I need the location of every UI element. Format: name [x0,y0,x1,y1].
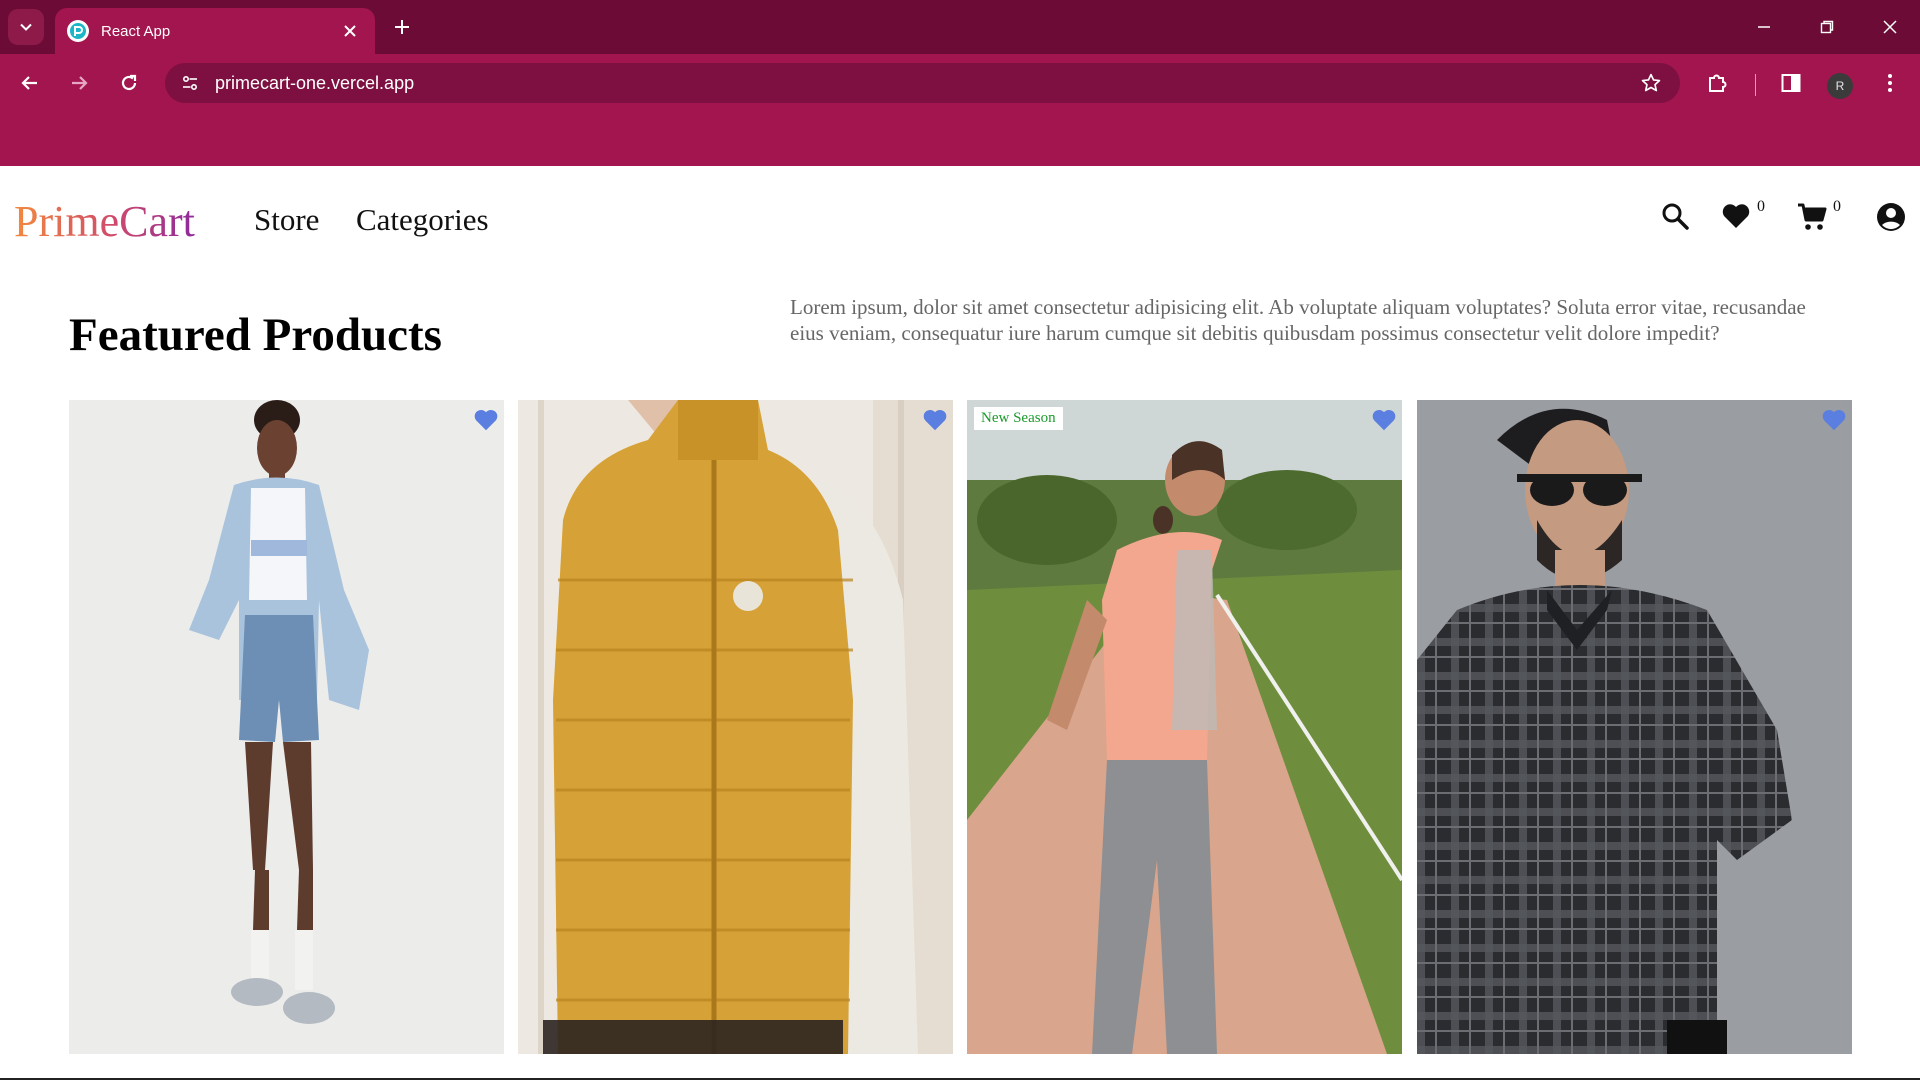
puzzle-icon [1709,74,1727,92]
toolbar-divider [1755,74,1756,96]
browser-bookmark-band [0,112,1920,166]
side-panel-icon [1781,74,1801,92]
featured-products-heading: Featured Products [69,309,442,361]
extensions-button[interactable] [1700,66,1734,100]
page-content: PrimeCart Store Categories 0 0 Featured … [0,166,1920,1080]
favorite-heart-icon[interactable] [472,408,500,432]
bookmark-star-icon[interactable] [1634,66,1668,100]
profile-avatar[interactable]: R [1827,73,1853,99]
account-icon [1877,203,1905,231]
minimize-button[interactable] [1744,12,1784,42]
nav-categories-link[interactable]: Categories [356,202,489,238]
new-tab-button[interactable] [388,13,416,41]
tab-title: React App [101,22,171,40]
heart-icon [1722,204,1750,228]
arrow-right-icon [72,76,88,90]
search-icon [1662,203,1689,230]
side-panel-button[interactable] [1774,66,1808,100]
favorite-heart-icon[interactable] [1820,408,1848,432]
react-favicon-icon [67,20,89,42]
chevron-down-icon [20,23,32,31]
restore-icon [1820,20,1834,34]
favorite-heart-icon[interactable] [1370,408,1398,432]
product-grid: New Season [69,400,1852,1054]
browser-toolbar: primecart-one.vercel.app [0,54,1920,112]
product-image[interactable] [967,400,1402,1054]
back-button[interactable] [13,66,47,100]
address-bar[interactable]: primecart-one.vercel.app [165,63,1680,103]
search-button[interactable] [1661,202,1689,230]
cart-icon [1798,203,1827,230]
arrow-left-icon [21,76,37,90]
close-window-button[interactable] [1870,12,1910,42]
product-card[interactable]: New Season [967,400,1402,1054]
product-image[interactable] [518,400,953,1054]
product-card[interactable] [518,400,953,1054]
favorite-heart-icon[interactable] [921,408,949,432]
reload-icon [121,74,137,91]
wishlist-button[interactable]: 0 [1721,198,1765,230]
product-image[interactable] [69,400,504,1054]
browser-tab-strip: React App [0,0,1920,54]
account-button[interactable] [1876,202,1906,232]
reload-button[interactable] [112,66,146,100]
cart-button[interactable]: 0 [1797,198,1841,232]
new-season-badge: New Season [974,407,1063,430]
wishlist-count: 0 [1757,198,1765,215]
featured-description: Lorem ipsum, dolor sit amet consectetur … [790,295,1806,345]
tab-close-icon[interactable] [339,20,361,42]
browser-menu-button[interactable] [1873,66,1907,100]
tab-search-button[interactable] [8,9,44,45]
site-logo[interactable]: PrimeCart [14,196,195,247]
forward-button[interactable] [62,66,96,100]
kebab-menu-icon [1888,74,1892,92]
site-info-icon[interactable] [175,68,205,98]
product-card[interactable] [1417,400,1852,1054]
cart-count: 0 [1833,198,1841,215]
minimize-icon [1758,26,1770,28]
product-image[interactable] [1417,400,1852,1054]
plus-icon [395,20,409,34]
url-text[interactable]: primecart-one.vercel.app [215,73,1634,94]
product-card[interactable] [69,400,504,1054]
nav-store-link[interactable]: Store [254,202,319,238]
close-icon [1883,20,1897,34]
browser-tab-active[interactable]: React App [55,8,375,54]
restore-button[interactable] [1807,12,1847,42]
